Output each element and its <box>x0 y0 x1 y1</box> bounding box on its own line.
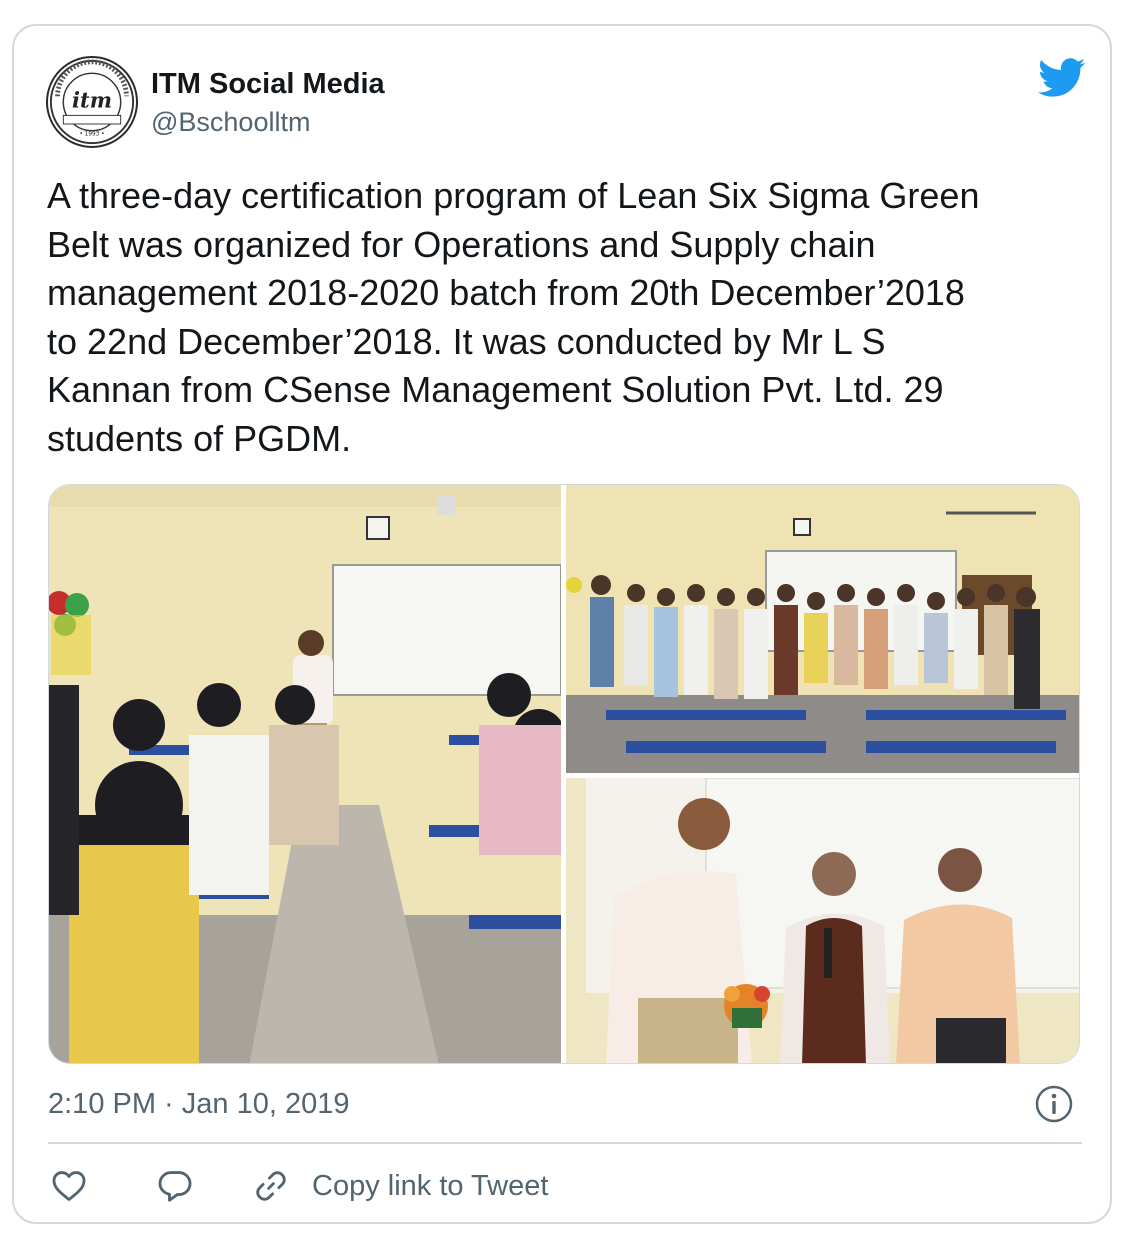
avatar[interactable]: itm • 1993 • <box>46 56 138 148</box>
divider <box>48 1142 1082 1144</box>
reply-bubble-icon <box>158 1171 192 1202</box>
heart-icon <box>52 1171 86 1201</box>
link-icon <box>256 1171 286 1201</box>
like-button[interactable] <box>50 1164 88 1208</box>
reply-button[interactable] <box>156 1164 194 1208</box>
logo-monogram: itm <box>72 88 112 113</box>
display-name[interactable]: ITM Social Media <box>151 66 385 102</box>
photo-group[interactable] <box>566 485 1079 773</box>
info-icon[interactable] <box>1034 1084 1074 1124</box>
action-bar: Copy link to Tweet <box>48 1164 1088 1208</box>
copy-link-label: Copy link to Tweet <box>312 1169 549 1202</box>
author-info: ITM Social Media @Bschoolltm <box>151 66 385 140</box>
tweet-timestamp[interactable]: 2:10 PM · Jan 10, 2019 <box>48 1084 349 1124</box>
twitter-bird-icon[interactable] <box>1038 58 1086 98</box>
media-grid <box>48 484 1080 1064</box>
tweet-card: itm • 1993 • ITM Social Media @Bschoollt… <box>12 24 1112 1224</box>
copy-link-button[interactable]: Copy link to Tweet <box>252 1164 548 1208</box>
photo-classroom-lecture[interactable] <box>49 485 561 1063</box>
tweet-text: A three-day certification program of Lea… <box>47 175 980 459</box>
photo-felicitation[interactable] <box>566 778 1079 1063</box>
logo-year: • 1993 • <box>80 131 105 137</box>
tweet-header: itm • 1993 • ITM Social Media @Bschoollt… <box>46 56 1086 148</box>
user-handle[interactable]: @Bschoolltm <box>151 104 385 140</box>
itm-logo: itm • 1993 • <box>49 59 135 145</box>
